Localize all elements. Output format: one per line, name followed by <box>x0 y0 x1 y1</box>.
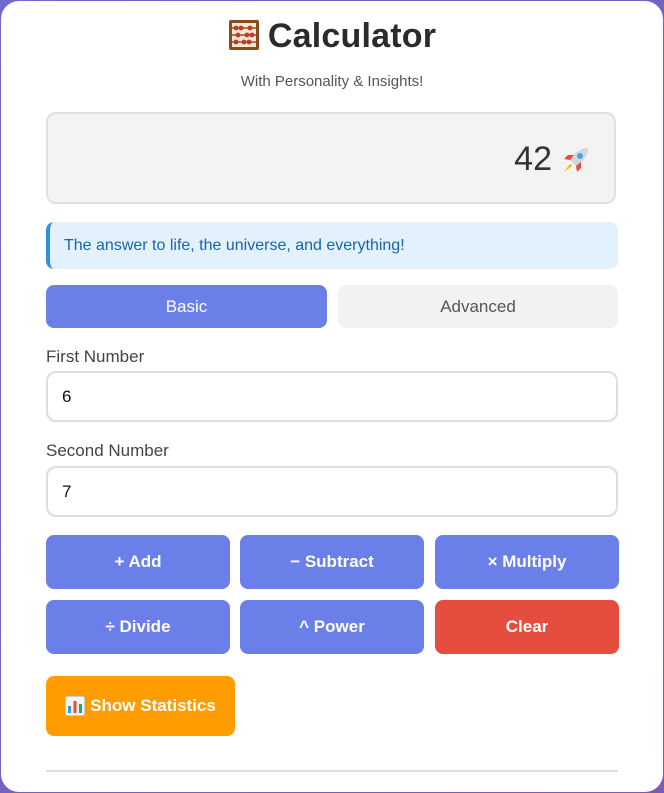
add-button[interactable]: + Add <box>46 535 230 589</box>
multiply-button[interactable]: × Multiply <box>435 535 619 589</box>
result-display: 42 <box>46 112 616 204</box>
rocket-icon <box>564 147 588 172</box>
subtitle: With Personality & Insights! <box>240 73 424 90</box>
subtract-button[interactable]: − Subtract <box>240 535 424 589</box>
result-value: 42 <box>514 140 552 178</box>
bar-chart-icon <box>65 696 86 716</box>
show-statistics-label: Show Statistics <box>90 696 216 715</box>
divide-button[interactable]: ÷ Divide <box>46 600 230 654</box>
second-number-input[interactable] <box>46 466 618 517</box>
abacus-icon <box>228 20 259 50</box>
show-statistics-button[interactable]: Show Statistics <box>46 676 235 736</box>
calculator-card: Calculator With Personality & Insights! … <box>1 1 663 792</box>
clear-button[interactable]: Clear <box>435 600 619 654</box>
app-background: Calculator With Personality & Insights! … <box>0 0 664 793</box>
tab-advanced[interactable]: Advanced <box>338 285 618 328</box>
second-number-label: Second Number <box>46 441 169 460</box>
title-text: Calculator <box>267 17 437 55</box>
first-number-input[interactable] <box>46 371 618 422</box>
page-title: Calculator <box>1 17 663 56</box>
first-number-label: First Number <box>46 347 145 366</box>
power-button[interactable]: ^ Power <box>240 600 424 654</box>
divider <box>46 770 618 772</box>
tab-basic[interactable]: Basic <box>46 285 327 328</box>
insight-message: The answer to life, the universe, and ev… <box>46 222 618 269</box>
result-value-row: 42 <box>514 140 594 179</box>
